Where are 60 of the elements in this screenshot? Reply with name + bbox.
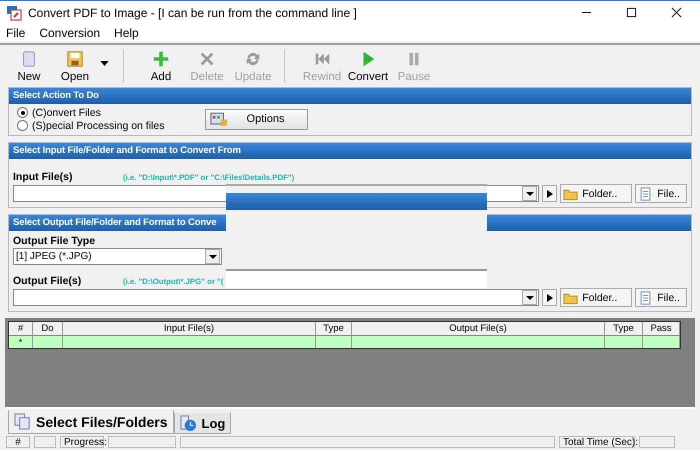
status-panel [34,436,56,448]
file-type-dropdown[interactable]: [1] JPEG (*.JPG) [13,248,222,265]
column-header[interactable]: # [9,322,33,335]
column-header[interactable]: Type [316,322,352,335]
document-icon [638,290,654,304]
status-panel [108,436,176,448]
menu-item[interactable]: File [6,26,26,40]
palette-icon [210,112,228,126]
arrow-button[interactable] [542,289,558,306]
toolbar-button[interactable]: Add [138,48,184,84]
options-button[interactable]: Options [205,108,308,130]
toolbar-button[interactable]: Convert [345,48,391,84]
document-icon [638,186,654,200]
grid-cell [643,335,680,348]
field-label: Output File(s) [13,275,82,287]
section-header: Select Action To Do [9,88,691,104]
status-label: Total Time (Sec): [559,436,635,448]
field-label: Output File Type [13,235,96,247]
caret-icon[interactable] [100,60,109,66]
window-title: Convert PDF to Image - [I can be run from the command line ] [28,6,358,20]
dropdown-icon[interactable] [522,290,538,305]
tab[interactable]: Select Files/Folders [8,410,174,434]
column-header[interactable]: Type [605,322,643,335]
maximize-icon[interactable] [626,7,637,18]
page-icon [20,50,38,68]
radio-option[interactable]: (C)onvert Files [17,106,205,119]
browse-button[interactable]: Folder.. [560,288,632,307]
app-icon [6,4,22,20]
column-header[interactable]: Input File(s) [63,322,316,335]
documents-icon [14,413,31,430]
menu-item[interactable]: Help [114,26,139,40]
section-header: Select Input File/Folder and Format to Convert From [9,143,691,159]
browse-button[interactable]: File.. [635,288,687,307]
radio-option[interactable]: (S)pecial Processing on files [17,119,205,132]
play-icon [546,294,553,302]
plus-icon [152,50,170,68]
dropdown-icon[interactable] [205,249,220,264]
status-label: Progress: [60,436,104,448]
dropdown-icon[interactable] [522,186,538,201]
browse-button[interactable]: File.. [635,184,687,203]
menu-item[interactable]: Conversion [39,26,100,40]
grid-cell [33,335,63,348]
column-header[interactable]: Pass [643,322,680,335]
status-panel [639,436,675,448]
play-icon [546,190,553,198]
arrow-button[interactable] [542,185,558,202]
field-label: Input File(s) [13,171,74,183]
grid-cell: * [9,335,33,348]
tab[interactable]: Log [174,413,232,434]
toolbar-button[interactable]: New [6,48,52,84]
browse-button[interactable]: Folder.. [560,184,632,203]
close-icon[interactable] [671,7,682,18]
toolbar-button[interactable]: Open [52,48,98,84]
clock-icon [180,414,196,432]
grid-cell [316,335,352,348]
status-label: # [6,436,30,448]
grid-cell [605,335,643,348]
column-header[interactable]: Do [33,322,63,335]
output-field[interactable] [13,289,540,306]
column-header[interactable]: Output File(s) [352,322,605,335]
